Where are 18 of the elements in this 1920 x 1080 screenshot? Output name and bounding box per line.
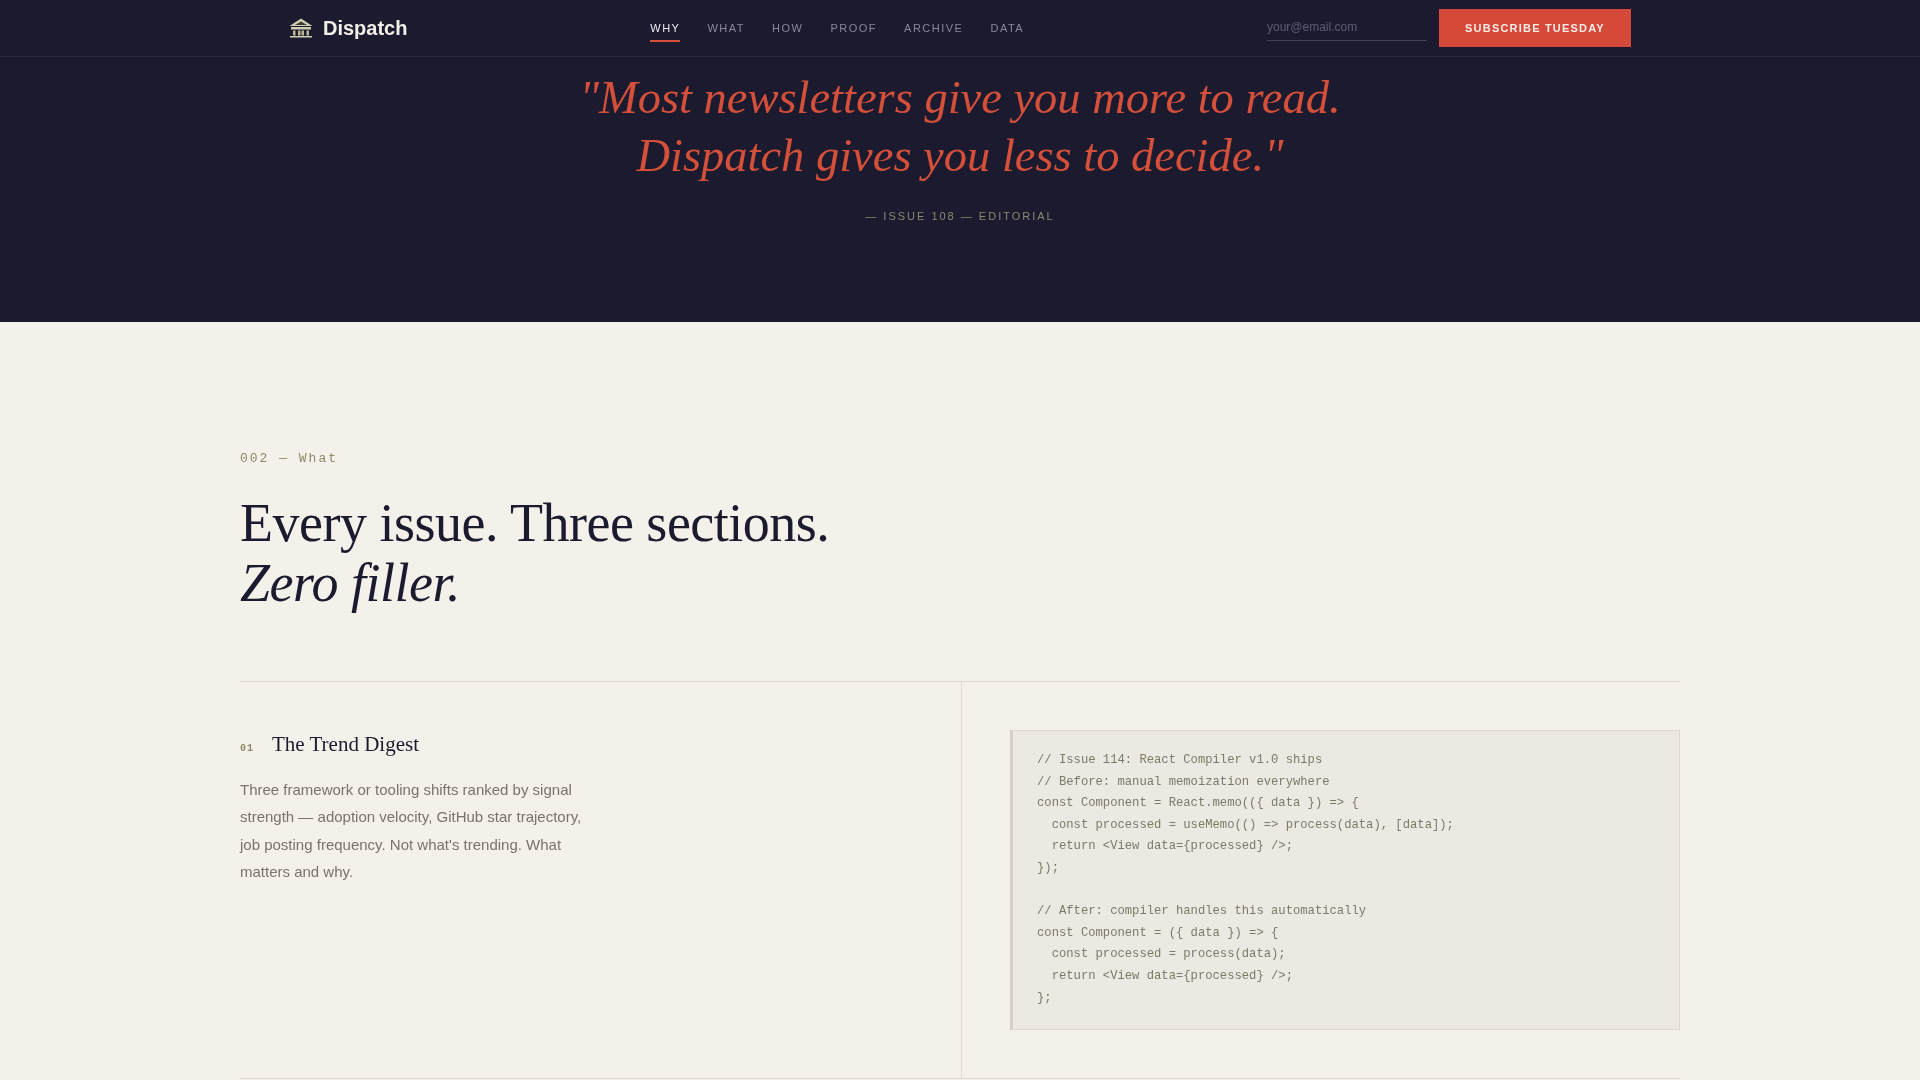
feature-description: Three framework or tooling shifts ranked by signal strength — adoption velocity, GitHub star trajectory, job posting frequency. Not what's trending. What matters and why. [240,780,583,883]
email-field[interactable]: your@email.com [1267,15,1427,41]
section-label: 002 — What [240,451,338,467]
pull-quote: "Most newsletters give you more to read. Dispatch gives you less to decide." [579,71,1341,183]
brand-name[interactable]: Dispatch [323,16,408,40]
feature-number: 01 [240,743,254,754]
section-heading: Every issue. Three sections. Zero filler. [240,493,830,613]
quote-attribution: — ISSUE 108 — EDITORIAL [865,209,1055,224]
logo-icon [289,18,313,38]
nav-link[interactable]: ARCHIVE [904,22,964,42]
nav-link[interactable]: WHY [650,22,681,42]
nav-link[interactable]: DATA [990,22,1025,42]
subscribe-button[interactable]: SUBSCRIBE TUESDAY [1439,9,1631,47]
nav-link[interactable]: WHAT [707,22,746,42]
nav-link[interactable]: PROOF [830,22,878,42]
feature-title: The Trend Digest [272,731,419,758]
nav-link[interactable]: HOW [772,22,804,42]
code-block: // Issue 114: React Compiler v1.0 ships // Before: manual memoization everywhere const Component = React.memo(({ data }) => { const processed = useMemo(() => process(data), [data]); return <View data={processed} />; }); // After: compiler handles this automatically const Component = ({ data }) => { const processed = process(data); return <View data={processed} />; }; [1010,730,1680,1031]
